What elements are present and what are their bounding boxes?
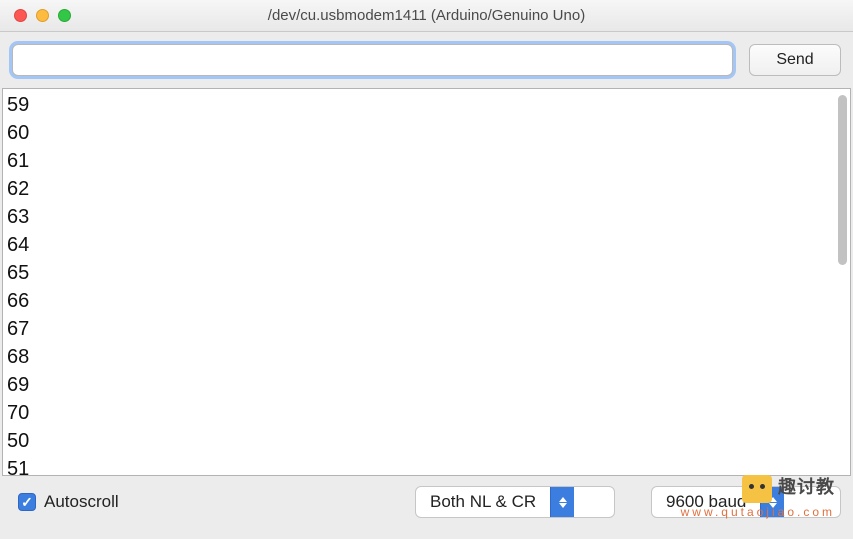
send-button[interactable]: Send <box>749 44 841 76</box>
line-ending-value: Both NL & CR <box>430 492 550 512</box>
line-ending-select[interactable]: Both NL & CR <box>415 486 615 518</box>
output-frame: 59 60 61 62 63 64 65 66 67 68 69 70 50 5… <box>2 88 851 476</box>
window-title: /dev/cu.usbmodem1411 (Arduino/Genuino Un… <box>0 7 853 24</box>
input-wrap <box>12 44 733 76</box>
toolbar: Send <box>0 32 853 88</box>
serial-output: 59 60 61 62 63 64 65 66 67 68 69 70 50 5… <box>3 89 850 476</box>
baud-rate-value: 9600 baud <box>666 492 760 512</box>
baud-rate-select[interactable]: 9600 baud <box>651 486 841 518</box>
dropdown-arrows-icon <box>760 487 784 517</box>
footer: ✓ Autoscroll Both NL & CR 9600 baud <box>0 476 853 528</box>
autoscroll-label: Autoscroll <box>44 492 119 512</box>
minimize-icon[interactable] <box>36 9 49 22</box>
traffic-lights <box>0 9 71 22</box>
autoscroll-checkbox[interactable]: ✓ Autoscroll <box>18 492 407 512</box>
titlebar: /dev/cu.usbmodem1411 (Arduino/Genuino Un… <box>0 0 853 32</box>
serial-input[interactable] <box>12 44 733 76</box>
dropdown-arrows-icon <box>550 487 574 517</box>
checkbox-icon: ✓ <box>18 493 36 511</box>
scrollbar[interactable] <box>838 95 847 265</box>
close-icon[interactable] <box>14 9 27 22</box>
maximize-icon[interactable] <box>58 9 71 22</box>
